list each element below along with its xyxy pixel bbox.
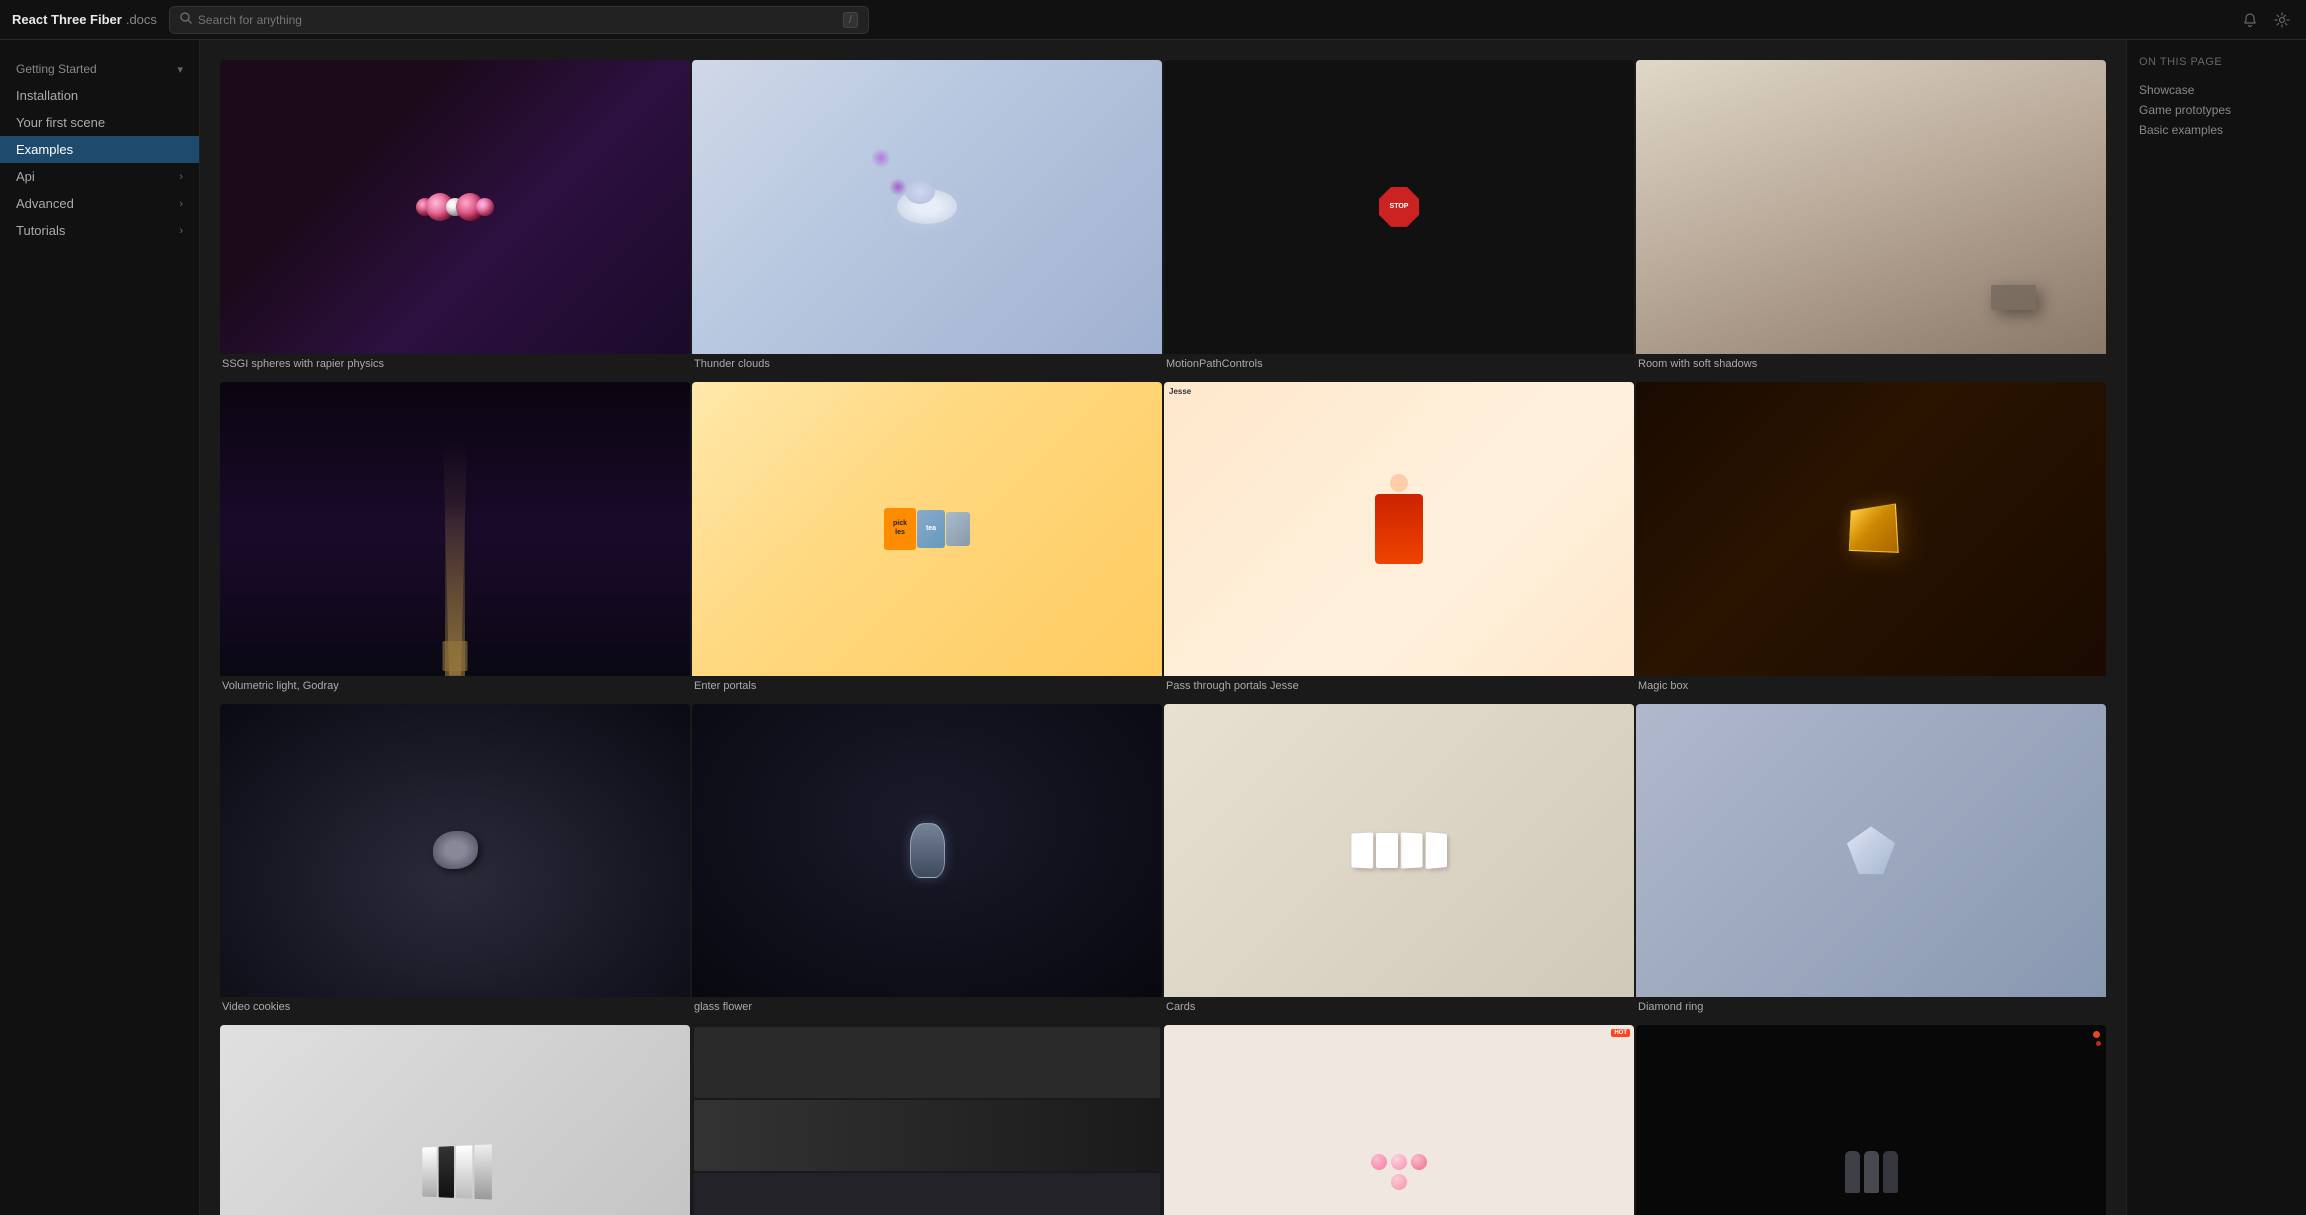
sidebar-installation-label: Installation (16, 88, 78, 103)
on-this-page-title: ON THIS PAGE (2139, 56, 2294, 68)
topbar: React Three Fiber .docs / (0, 0, 2306, 40)
content-area: SSGI spheres with rapier physics Thunder… (200, 40, 2126, 1215)
gallery-label-diamond: Diamond ring (1636, 997, 2106, 1023)
gallery-item-ssgi[interactable]: SSGI spheres with rapier physics (220, 60, 690, 380)
sidebar-examples-label: Examples (16, 142, 73, 157)
gallery-item-pass-through[interactable]: Jesse Pass through portals Jesse (1164, 382, 1634, 702)
gallery-label-volumetric: Volumetric light, Godray (220, 676, 690, 702)
sidebar-first-scene-label: Your first scene (16, 115, 105, 130)
gallery-item-motionpath[interactable]: STOP MotionPathControls (1164, 60, 1634, 380)
gallery-label-thunder: Thunder clouds (692, 354, 1162, 380)
logo-docs: .docs (126, 12, 157, 27)
sidebar: Getting Started ▾ Installation Your firs… (0, 40, 200, 1215)
gallery-item-glass-flower[interactable]: glass flower (692, 704, 1162, 1024)
gallery-item-cards[interactable]: Cards (1164, 704, 1634, 1024)
gallery-item-christmas[interactable]: HOT BestServedBold Christmas Baubles (1164, 1025, 1634, 1215)
chevron-right-icon-advanced: › (179, 198, 183, 210)
sidebar-item-advanced[interactable]: Advanced › (0, 190, 199, 217)
sidebar-item-tutorials[interactable]: Tutorials › (0, 217, 199, 244)
search-shortcut: / (843, 12, 858, 28)
gallery-item-three-graces[interactable]: The three graces (1636, 1025, 2106, 1215)
gallery-item-video-cookies[interactable]: Video cookies (220, 704, 690, 1024)
on-this-page-basic-examples[interactable]: Basic examples (2139, 120, 2294, 140)
search-icon (180, 12, 192, 27)
gallery-item-image-gallery[interactable]: Image Gallery (220, 1025, 690, 1215)
gallery-item-horizontal-tiles[interactable]: Horizontal tiles (692, 1025, 1162, 1215)
on-this-page-game-prototypes[interactable]: Game prototypes (2139, 100, 2294, 120)
chevron-right-icon-api: › (179, 171, 183, 183)
settings-button[interactable] (2270, 8, 2294, 32)
gallery-label-ssgi: SSGI spheres with rapier physics (220, 354, 690, 380)
sidebar-getting-started-label: Getting Started (16, 62, 97, 76)
gallery-label-enter-portals: Enter portals (692, 676, 1162, 702)
gallery-item-enter-portals[interactable]: pickles tea Enter portals (692, 382, 1162, 702)
gallery-label-roomshadows: Room with soft shadows (1636, 354, 2106, 380)
sidebar-api-label: Api (16, 169, 35, 184)
logo-name: React Three Fiber (12, 12, 122, 27)
search-input[interactable] (198, 13, 837, 27)
gallery-item-thunder[interactable]: Thunder clouds (692, 60, 1162, 380)
gallery-label-video-cookies: Video cookies (220, 997, 690, 1023)
topbar-icons (2238, 8, 2294, 32)
chevron-down-icon: ▾ (177, 63, 183, 76)
sidebar-item-installation[interactable]: Installation (0, 82, 199, 109)
sidebar-advanced-label: Advanced (16, 196, 74, 211)
right-sidebar: ON THIS PAGE Showcase Game prototypes Ba… (2126, 40, 2306, 1215)
gallery-label-cards: Cards (1164, 997, 1634, 1023)
bell-button[interactable] (2238, 8, 2262, 32)
gallery-item-magicbox[interactable]: Magic box (1636, 382, 2106, 702)
gallery-item-roomshadows[interactable]: Room with soft shadows (1636, 60, 2106, 380)
gallery-grid: SSGI spheres with rapier physics Thunder… (220, 60, 2106, 1215)
gallery-label-magicbox: Magic box (1636, 676, 2106, 702)
sidebar-item-your-first-scene[interactable]: Your first scene (0, 109, 199, 136)
sidebar-item-getting-started[interactable]: Getting Started ▾ (0, 56, 199, 82)
chevron-right-icon-tutorials: › (179, 225, 183, 237)
logo: React Three Fiber .docs (12, 12, 157, 27)
gallery-label-motionpath: MotionPathControls (1164, 354, 1634, 380)
sidebar-tutorials-label: Tutorials (16, 223, 65, 238)
on-this-page-showcase[interactable]: Showcase (2139, 80, 2294, 100)
search-bar[interactable]: / (169, 6, 869, 34)
gallery-item-diamond[interactable]: Diamond ring (1636, 704, 2106, 1024)
gallery-label-pass-through: Pass through portals Jesse (1164, 676, 1634, 702)
main-layout: Getting Started ▾ Installation Your firs… (0, 40, 2306, 1215)
gallery-label-glass-flower: glass flower (692, 997, 1162, 1023)
sidebar-item-api[interactable]: Api › (0, 163, 199, 190)
gallery-item-volumetric[interactable]: Volumetric light, Godray (220, 382, 690, 702)
sidebar-item-examples[interactable]: Examples (0, 136, 199, 163)
